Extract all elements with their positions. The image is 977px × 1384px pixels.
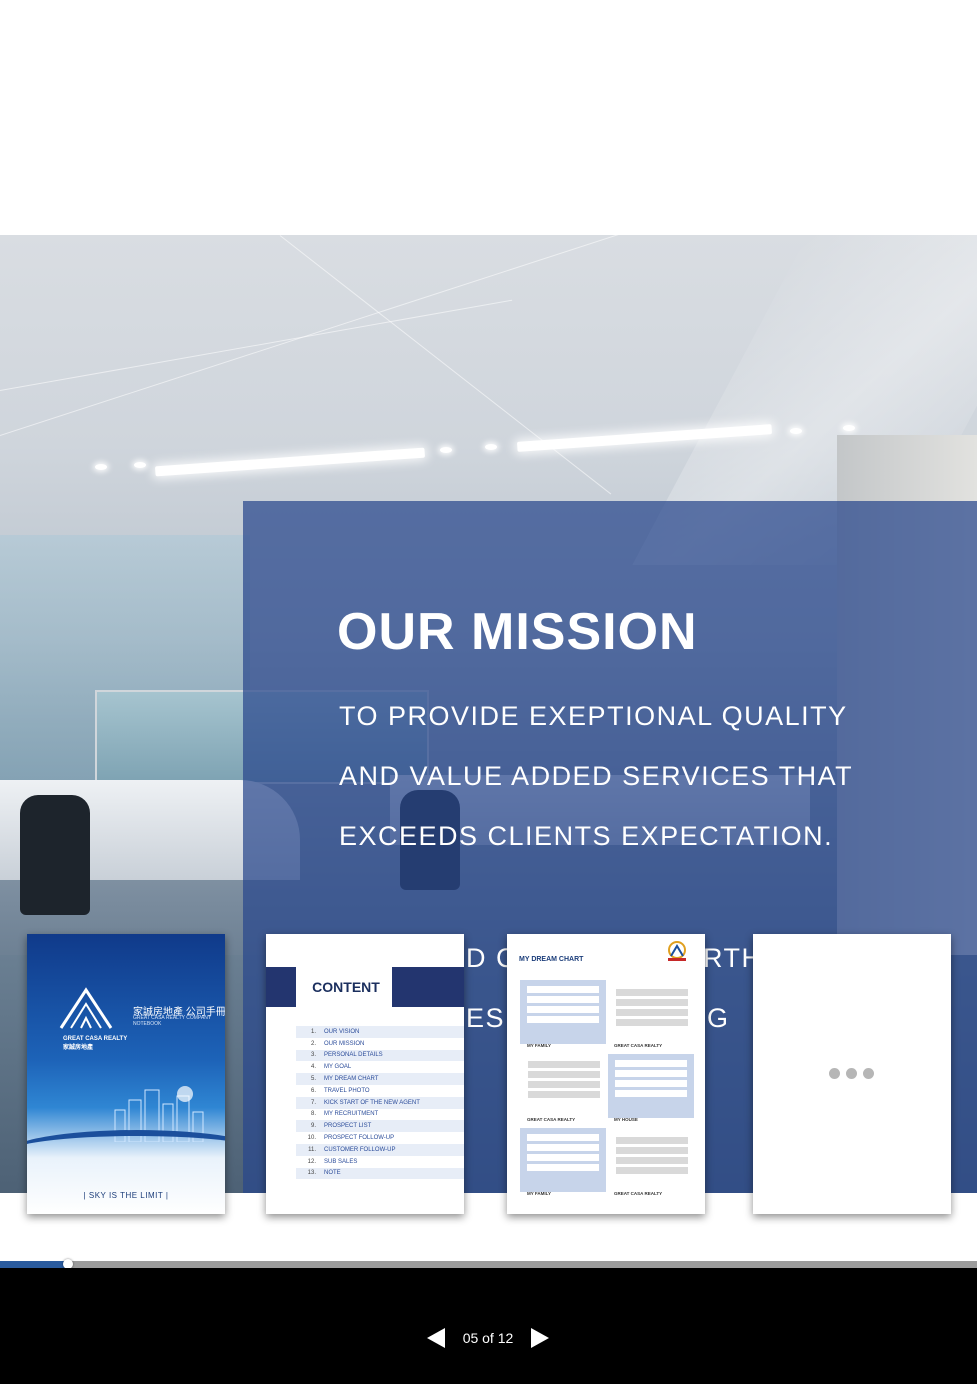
- contents-item-number: 7.: [310, 1099, 316, 1106]
- dream-chart-caption: GREAT CASA REALTY: [614, 1191, 663, 1196]
- thumbnail-dream-chart[interactable]: MY DREAM CHART MY FAMILY GREAT CASA REAL…: [507, 934, 705, 1214]
- contents-item-label: OUR VISION: [324, 1028, 360, 1035]
- footer-bar: [0, 1268, 977, 1384]
- mission-text-line: TO PROVIDE EXEPTIONAL QUALITY: [339, 701, 848, 731]
- contents-list-item: 7. KICK START OF THE NEW AGENT: [296, 1096, 464, 1109]
- ceiling-seam: [0, 235, 666, 436]
- cover-tagline: | SKY IS THE LIMIT |: [83, 1191, 169, 1200]
- contents-item-label: KICK START OF THE NEW AGENT: [324, 1099, 420, 1106]
- office-chair: [20, 795, 90, 915]
- company-logo-icon: [59, 987, 113, 1029]
- contents-item-label: PROSPECT LIST: [324, 1123, 372, 1130]
- mission-text-line: EXCEEDS CLIENTS EXPECTATION.: [339, 821, 834, 851]
- contents-header-bar: [266, 967, 296, 1007]
- dream-chart-box: [524, 1058, 604, 1116]
- dream-chart-box: [608, 1054, 694, 1118]
- contents-list: 1. OUR VISION 2. OUR MISSION 3. PERSONAL DETA…: [296, 1026, 464, 1180]
- contents-item-label: TRAVEL PHOTO: [324, 1087, 370, 1094]
- triangle-left-icon[interactable]: [427, 1328, 445, 1348]
- ceiling-spotlight: [95, 464, 107, 470]
- contents-list-item: 13. NOTE: [296, 1167, 464, 1180]
- mission-text-fragment: G: [707, 1003, 730, 1033]
- contents-item-label: OUR MISSION: [324, 1040, 365, 1047]
- contents-list-item: 9. PROSPECT LIST: [296, 1120, 464, 1133]
- dream-chart-box: [520, 1128, 606, 1192]
- contents-item-number: 6.: [310, 1087, 316, 1094]
- contents-item-label: MY DREAM CHART: [324, 1076, 379, 1083]
- contents-item-number: 4.: [310, 1064, 316, 1071]
- cover-swoosh: [27, 1130, 225, 1176]
- mission-title: OUR MISSION: [337, 603, 698, 661]
- contents-list-item: 10. PROSPECT FOLLOW-UP: [296, 1132, 464, 1144]
- contents-list-item: 11. CUSTOMER FOLLOW-UP: [296, 1143, 464, 1156]
- ceiling-spotlight: [843, 425, 855, 431]
- contents-item-number: 8.: [310, 1111, 316, 1118]
- dream-chart-caption: MY FAMILY: [527, 1191, 552, 1196]
- ceiling-light: [154, 447, 426, 477]
- ceiling-spotlight: [485, 444, 497, 450]
- ceiling-seam: [0, 299, 513, 391]
- thumbnail-more[interactable]: [753, 934, 951, 1214]
- ceiling-spotlight: [790, 428, 802, 434]
- triangle-right-icon[interactable]: [531, 1328, 549, 1348]
- contents-heading: CONTENT: [296, 967, 396, 1007]
- contents-item-number: 13.: [307, 1170, 316, 1177]
- contents-item-label: PERSONAL DETAILS: [324, 1052, 383, 1059]
- contents-list-item: 12. SUB SALES: [296, 1156, 464, 1168]
- dream-chart-title: MY DREAM CHART: [519, 956, 584, 963]
- dream-chart-caption: MY HOUSE: [614, 1117, 638, 1122]
- thumbnail-contents[interactable]: CONTENT 1. OUR VISION 2. OUR MISSION 3. PERSO…: [266, 934, 464, 1214]
- contents-item-number: 5.: [310, 1076, 316, 1083]
- contents-list-item: 1. OUR VISION: [296, 1026, 464, 1038]
- contents-list-item: 5. MY DREAM CHART: [296, 1073, 464, 1085]
- mission-text-line: AND VALUE ADDED SERVICES THAT: [339, 761, 854, 791]
- company-logo-icon: [668, 941, 686, 961]
- thumbnail-cover[interactable]: 家誠房地產 公司手冊 GREAT CASA REALTY COMPANY NOT…: [27, 934, 225, 1214]
- contents-item-number: 2.: [310, 1040, 316, 1047]
- contents-list-item: 8. MY RECRUITMENT: [296, 1109, 464, 1121]
- ceiling-spotlight: [134, 462, 146, 468]
- mission-text-fragment: ES: [466, 1003, 506, 1033]
- dream-chart-box: [520, 980, 606, 1044]
- contents-item-number: 12.: [307, 1158, 316, 1165]
- dream-chart-box: [612, 986, 692, 1044]
- contents-item-label: PROSPECT FOLLOW-UP: [324, 1135, 395, 1142]
- ellipsis-icon: [829, 1068, 874, 1079]
- contents-item-label: MY GOAL: [324, 1064, 352, 1071]
- cover-brand: GREAT CASA REALTY 家誠房地產: [63, 1036, 128, 1051]
- contents-list-item: 6. TRAVEL PHOTO: [296, 1085, 464, 1097]
- contents-item-number: 3.: [310, 1052, 316, 1059]
- cover-english-line: NOTEBOOK: [133, 1021, 162, 1027]
- progress-track[interactable]: [0, 1261, 977, 1268]
- dream-chart-box: [612, 1134, 692, 1192]
- contents-item-label: MY RECRUITMENT: [324, 1111, 379, 1118]
- page-indicator: 05 of 12: [462, 1330, 514, 1346]
- dream-chart-caption: GREAT CASA REALTY: [527, 1117, 576, 1122]
- contents-list-item: 3. PERSONAL DETAILS: [296, 1049, 464, 1062]
- contents-header-bar: [392, 967, 464, 1007]
- contents-item-label: NOTE: [324, 1170, 341, 1177]
- contents-item-label: SUB SALES: [324, 1158, 358, 1165]
- contents-item-number: 11.: [308, 1146, 316, 1153]
- ceiling-spotlight: [440, 447, 452, 453]
- dream-chart-caption: GREAT CASA REALTY: [614, 1043, 663, 1048]
- contents-list-item: 2. OUR MISSION: [296, 1038, 464, 1050]
- progress-fill: [0, 1261, 68, 1268]
- cover-english-title: GREAT CASA REALTY COMPANY NOTEBOOK: [133, 1015, 211, 1027]
- contents-item-number: 10.: [307, 1135, 316, 1142]
- contents-item-number: 9.: [310, 1123, 316, 1130]
- contents-item-label: CUSTOMER FOLLOW-UP: [324, 1146, 396, 1153]
- contents-list-item: 4. MY GOAL: [296, 1061, 464, 1073]
- contents-item-number: 1.: [310, 1028, 316, 1035]
- dream-chart-caption: MY FAMILY: [527, 1043, 552, 1048]
